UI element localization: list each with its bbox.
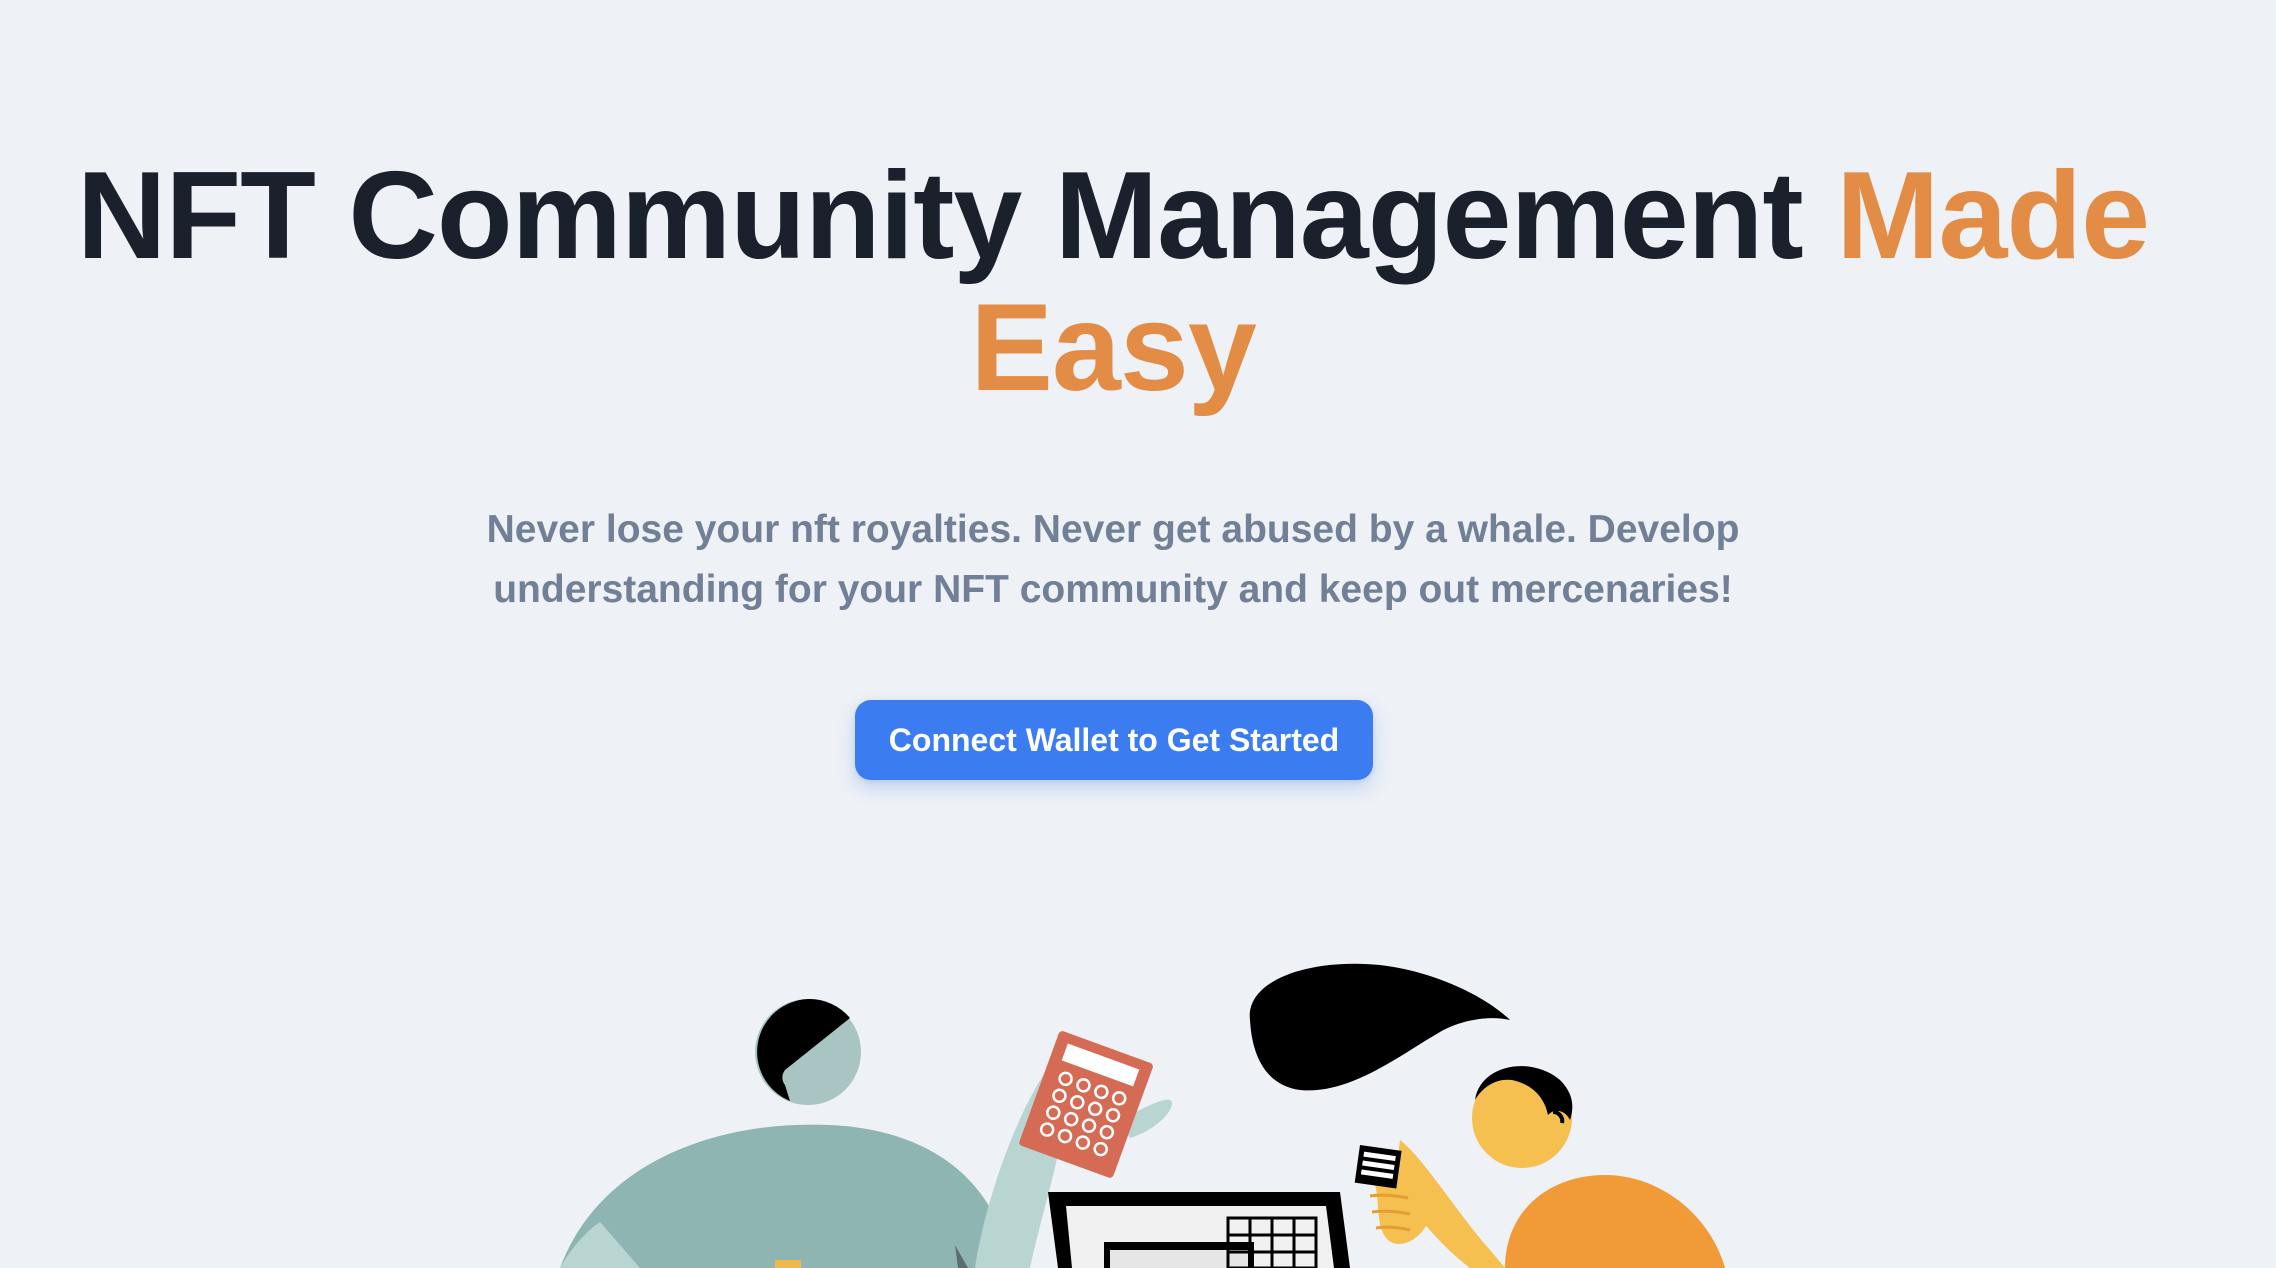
hero-illustration [560, 963, 1725, 1268]
connect-wallet-button[interactable]: Connect Wallet to Get Started [855, 700, 1373, 780]
hero-title-main: NFT Community Management [76, 147, 1837, 285]
person-icon [1369, 1066, 1725, 1268]
landing-page: NFT Community Management Made Easy Never… [0, 0, 2276, 1268]
receipt-icon [1354, 1145, 1402, 1189]
hero-subtitle: Never lose your nft royalties. Never get… [486, 508, 1740, 611]
speech-bubble-icon [1249, 963, 1510, 1091]
laptop-icon [1048, 1192, 1350, 1268]
hero-title: NFT Community Management Made Easy [0, 150, 2226, 414]
